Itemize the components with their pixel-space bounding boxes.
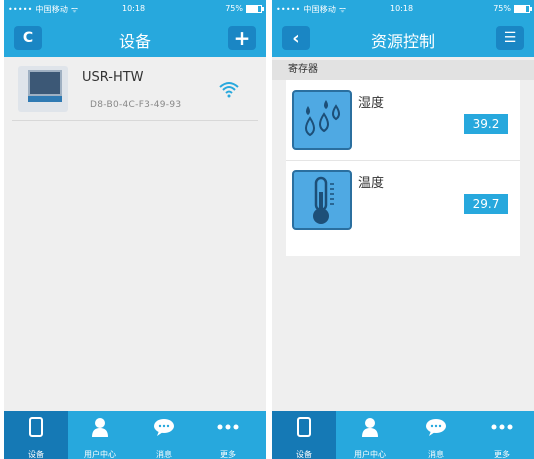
status-bar: ••••• 中国移动 ᯤ 10:18 75% — [272, 0, 534, 17]
resource-row-temperature[interactable]: 温度 29.7 — [286, 164, 520, 240]
tab-messages[interactable]: 消息 — [132, 411, 196, 459]
carrier-label: ••••• 中国移动 ᯤ — [8, 5, 79, 14]
tab-more[interactable]: 更多 — [470, 411, 534, 459]
battery-percent: 75% — [225, 4, 243, 13]
status-right: 75% — [225, 4, 264, 13]
navbar: ‹ 资源控制 ☰ — [272, 17, 534, 57]
section-header: 寄存器 — [272, 60, 534, 80]
message-icon — [154, 419, 174, 436]
carrier-label: ••••• 中国移动 ᯤ — [276, 5, 347, 14]
tab-bar: 设备 用户中心 消息 更多 — [4, 411, 266, 459]
status-right: 75% — [493, 4, 532, 13]
tab-label: 用户中心 — [354, 450, 386, 459]
tab-label: 消息 — [428, 450, 444, 459]
humidity-icon — [292, 90, 352, 150]
resource-control-screen: ••••• 中国移动 ᯤ 10:18 75% ‹ 资源控制 ☰ 寄存器 湿度 3… — [272, 0, 534, 459]
phone-icon — [297, 417, 311, 437]
status-bar: ••••• 中国移动 ᯤ 10:18 75% — [4, 0, 266, 17]
more-icon — [217, 424, 239, 430]
battery-percent: 75% — [493, 4, 511, 13]
device-mac: D8-B0-4C-F3-49-93 — [90, 100, 182, 110]
tab-more[interactable]: 更多 — [196, 411, 260, 459]
page-title: 资源控制 — [370, 32, 435, 51]
resource-name: 湿度 — [358, 96, 385, 111]
tab-label: 用户中心 — [84, 450, 116, 459]
tab-bar: 设备 用户中心 消息 更多 — [272, 411, 534, 459]
page-title: 设备 — [118, 32, 151, 51]
battery-icon — [246, 4, 264, 13]
menu-button[interactable]: ☰ — [496, 26, 524, 50]
phone-icon — [29, 417, 43, 437]
tab-label: 更多 — [220, 450, 236, 459]
status-time: 10:18 — [390, 4, 414, 13]
tab-devices[interactable]: 设备 — [4, 411, 68, 459]
tab-devices[interactable]: 设备 — [272, 411, 336, 459]
tab-user-center[interactable]: 用户中心 — [68, 411, 132, 459]
tab-user-center[interactable]: 用户中心 — [338, 411, 402, 459]
device-list-screen: ••••• 中国移动 ᯤ 10:18 75% C 设备 + USR-HTW D8… — [4, 0, 266, 459]
battery-icon — [514, 4, 532, 13]
device-name: USR-HTW — [82, 70, 144, 85]
device-thumbnail — [18, 66, 68, 112]
tab-label: 设备 — [28, 450, 44, 459]
resource-list: 湿度 39.2 温度 29.7 — [286, 80, 520, 256]
tab-messages[interactable]: 消息 — [404, 411, 468, 459]
tab-label: 更多 — [494, 450, 510, 459]
resource-value[interactable]: 39.2 — [464, 114, 508, 134]
message-icon — [426, 419, 446, 436]
status-time: 10:18 — [122, 4, 146, 13]
thermometer-icon — [292, 170, 352, 230]
tab-label: 消息 — [156, 450, 172, 459]
resource-value[interactable]: 29.7 — [464, 194, 508, 214]
device-list-item[interactable]: USR-HTW D8-B0-4C-F3-49-93 — [12, 62, 258, 121]
navbar: C 设备 + — [4, 17, 266, 57]
user-icon — [362, 418, 378, 437]
more-icon — [491, 424, 513, 430]
add-device-button[interactable]: + — [228, 26, 256, 50]
resource-row-humidity[interactable]: 湿度 39.2 — [286, 84, 520, 161]
resource-name: 温度 — [358, 176, 385, 191]
user-icon — [92, 418, 108, 437]
tab-label: 设备 — [296, 450, 312, 459]
wifi-icon — [219, 82, 239, 98]
